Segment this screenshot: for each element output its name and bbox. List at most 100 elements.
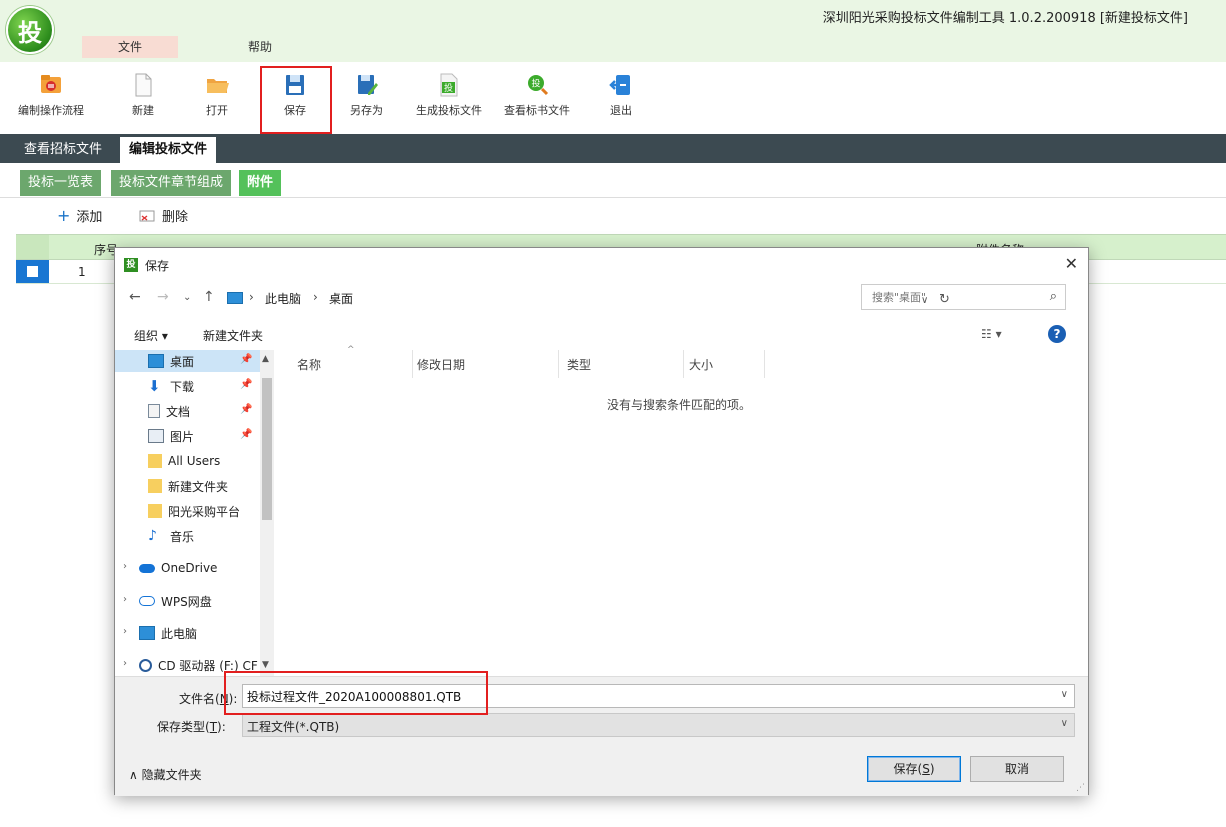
select-all-cell[interactable]	[16, 235, 49, 259]
plus-icon: +	[57, 206, 71, 225]
row-checkbox-cell[interactable]	[16, 260, 49, 283]
filename-dropdown-chevron-icon[interactable]: ∨	[1061, 689, 1068, 700]
filetype-select[interactable]: 工程文件(*.QTB) ∨	[242, 713, 1075, 737]
menu-help[interactable]: 帮助	[212, 36, 308, 58]
cancel-button[interactable]: 取消	[970, 756, 1064, 782]
search-icon[interactable]: ⌕	[1050, 289, 1057, 304]
pin-icon[interactable]: 📌	[240, 404, 252, 415]
computer-icon	[227, 292, 243, 304]
nav-pane-scroll-thumb[interactable]	[262, 378, 272, 520]
nav-item-downloads[interactable]: ⬇ 下载 📌	[115, 375, 260, 397]
row-checkbox[interactable]	[27, 266, 38, 277]
view-tender-icon: 投	[528, 75, 549, 96]
delete-icon	[139, 210, 155, 221]
new-button[interactable]: 新建	[130, 72, 156, 118]
breadcrumb-desktop[interactable]: 桌面	[329, 290, 353, 307]
address-bar[interactable]: › 此电脑 › 桌面 ∨ ↻	[223, 286, 950, 310]
desktop-icon	[148, 354, 164, 368]
column-divider[interactable]	[412, 350, 413, 378]
column-divider[interactable]	[558, 350, 559, 378]
app-title: 深圳阳光采购投标文件编制工具 1.0.2.200918 [新建投标文件]	[822, 11, 1188, 26]
back-arrow-icon[interactable]: ←	[129, 289, 141, 305]
recent-locations-chevron-icon[interactable]: ⌄	[183, 292, 191, 303]
resize-grip-icon[interactable]: ⋰	[1076, 783, 1085, 793]
generate-bid-button[interactable]: 投 生成投标文件	[416, 72, 482, 118]
column-type[interactable]: 类型	[567, 356, 591, 373]
nav-item-documents[interactable]: 文档 📌	[115, 400, 260, 422]
nav-item-sunshine-platform[interactable]: 阳光采购平台	[115, 500, 260, 522]
breadcrumb-this-pc[interactable]: 此电脑	[265, 290, 301, 307]
organize-menu-button[interactable]: 组织 ▾	[134, 327, 168, 344]
pin-icon[interactable]: 📌	[240, 429, 252, 440]
column-size[interactable]: 大小	[689, 356, 713, 373]
up-arrow-icon[interactable]: ↑	[203, 289, 215, 305]
column-divider[interactable]	[683, 350, 684, 378]
view-options-icon[interactable]: ☷ ▾	[981, 327, 1002, 341]
expand-chevron-icon[interactable]: ›	[123, 561, 127, 572]
dialog-footer: 文件名(N): ∨ 保存类型(T): 工程文件(*.QTB) ∨ ∧ 隐藏文件夹…	[115, 671, 1088, 796]
save-button[interactable]: 保存(S)	[867, 756, 961, 782]
subtab-bid-list[interactable]: 投标一览表	[20, 170, 102, 196]
nav-item-desktop[interactable]: 桌面 📌	[115, 350, 260, 372]
nav-item-this-pc[interactable]: › 此电脑	[115, 622, 260, 644]
search-box[interactable]: ⌕	[861, 284, 1066, 310]
view-tender-label: 查看标书文件	[504, 104, 570, 117]
dialog-titlebar[interactable]: 投 保存 ✕	[115, 248, 1088, 280]
breadcrumb-separator-icon[interactable]: ›	[249, 290, 254, 304]
expand-chevron-icon[interactable]: ›	[123, 626, 127, 637]
menu-file[interactable]: 文件	[82, 36, 178, 58]
expand-chevron-icon[interactable]: ›	[123, 658, 127, 669]
delete-button[interactable]: 删除	[138, 206, 188, 225]
subtab-attachments[interactable]: 附件	[239, 170, 282, 196]
column-name[interactable]: 名称	[297, 356, 321, 373]
scroll-up-arrow-icon[interactable]: ▲	[262, 354, 269, 364]
filename-highlight-box	[224, 671, 488, 715]
open-button[interactable]: 打开	[204, 72, 230, 118]
workflow-button[interactable]: 编制操作流程	[18, 72, 84, 118]
new-folder-button[interactable]: 新建文件夹	[203, 327, 263, 344]
nav-item-wps-drive[interactable]: › WPS网盘	[115, 590, 260, 612]
nav-item-label: 阳光采购平台	[168, 504, 241, 519]
file-list-pane[interactable]: ^ 名称 修改日期 类型 大小 没有与搜索条件匹配的项。	[275, 345, 1088, 676]
pictures-icon	[148, 429, 164, 443]
pin-icon[interactable]: 📌	[240, 379, 252, 390]
open-label: 打开	[206, 104, 228, 117]
column-divider[interactable]	[764, 350, 765, 378]
tab-view-tender-doc[interactable]: 查看招标文件	[15, 137, 111, 163]
tab-edit-bid-doc[interactable]: 编辑投标文件	[120, 137, 217, 163]
pin-icon[interactable]: 📌	[240, 354, 252, 365]
subtab-chapters[interactable]: 投标文件章节组成	[111, 170, 232, 196]
nav-item-new-folder[interactable]: 新建文件夹	[115, 475, 260, 497]
nav-item-label: 桌面	[170, 354, 195, 369]
expand-chevron-icon[interactable]: ›	[123, 594, 127, 605]
save-as-button[interactable]: 另存为	[350, 72, 383, 118]
nav-item-label: 图片	[170, 429, 195, 444]
view-tender-button[interactable]: 投 查看标书文件	[504, 72, 570, 118]
search-input[interactable]	[862, 285, 1032, 309]
breadcrumb-separator-icon[interactable]: ›	[313, 290, 318, 304]
action-bar: + 添加 删除	[0, 198, 1226, 232]
scroll-down-arrow-icon[interactable]: ▼	[262, 660, 269, 670]
exit-icon	[609, 75, 630, 95]
nav-pane-scrollbar[interactable]: ▲ ▼	[260, 350, 274, 676]
new-file-icon	[135, 73, 152, 97]
nav-item-onedrive[interactable]: › OneDrive	[115, 557, 260, 579]
nav-item-label: WPS网盘	[161, 594, 212, 609]
exit-button[interactable]: 退出	[608, 72, 634, 118]
music-note-icon: ♪	[148, 528, 157, 544]
nav-item-all-users[interactable]: All Users	[115, 450, 260, 472]
close-icon[interactable]: ✕	[1065, 254, 1078, 273]
workflow-folder-icon	[41, 75, 61, 93]
nav-item-label: All Users	[168, 454, 221, 468]
filetype-label-post: ):	[217, 720, 226, 734]
forward-arrow-icon[interactable]: →	[157, 289, 169, 305]
add-button[interactable]: + 添加	[57, 206, 102, 225]
hide-folders-label: 隐藏文件夹	[141, 768, 202, 782]
hide-folders-toggle[interactable]: ∧ 隐藏文件夹	[129, 766, 202, 783]
nav-item-music[interactable]: ♪ 音乐	[115, 525, 260, 547]
help-icon[interactable]: ?	[1048, 325, 1066, 343]
column-modified[interactable]: 修改日期	[417, 356, 465, 373]
wps-cloud-icon	[139, 596, 155, 606]
filetype-dropdown-chevron-icon[interactable]: ∨	[1061, 718, 1068, 729]
nav-item-pictures[interactable]: 图片 📌	[115, 425, 260, 447]
